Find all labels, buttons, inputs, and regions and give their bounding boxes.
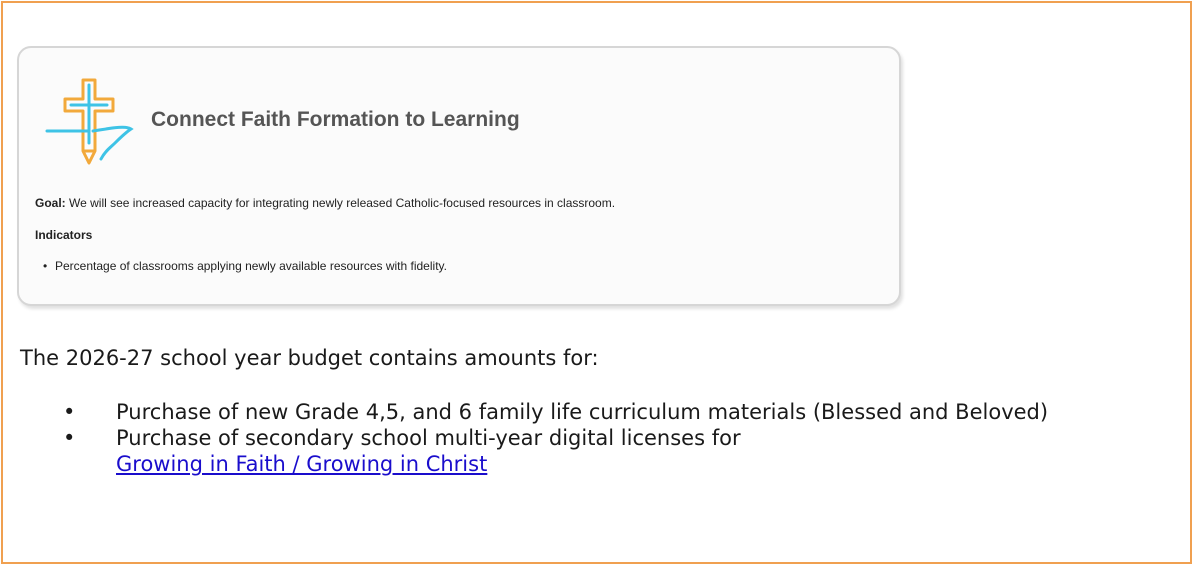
content-frame: Connect Faith Formation to Learning Goal…: [1, 1, 1192, 564]
goal-card: Connect Faith Formation to Learning Goal…: [17, 46, 901, 306]
indicators-heading: Indicators: [35, 228, 93, 242]
growing-in-faith-link[interactable]: Growing in Faith / Growing in Christ: [116, 451, 1048, 477]
budget-item-text: Purchase of secondary school multi-year …: [116, 426, 741, 450]
budget-item: • Purchase of secondary school multi-yea…: [63, 425, 1048, 477]
card-title: Connect Faith Formation to Learning: [151, 108, 520, 131]
goal-label: Goal:: [35, 196, 66, 210]
budget-intro: The 2026-27 school year budget contains …: [20, 346, 599, 370]
goal-statement: Goal: We will see increased capacity for…: [35, 196, 615, 210]
goal-text: We will see increased capacity for integ…: [65, 196, 616, 210]
bullet-icon: •: [63, 426, 76, 450]
budget-list: • Purchase of new Grade 4,5, and 6 famil…: [63, 399, 1048, 477]
cross-pencil-logo-icon: [45, 78, 134, 165]
budget-item-text: Purchase of new Grade 4,5, and 6 family …: [116, 400, 1049, 424]
budget-item: • Purchase of new Grade 4,5, and 6 famil…: [63, 399, 1048, 425]
bullet-icon: •: [63, 400, 76, 424]
indicator-item: Percentage of classrooms applying newly …: [43, 259, 447, 273]
indicator-list: Percentage of classrooms applying newly …: [43, 259, 447, 273]
